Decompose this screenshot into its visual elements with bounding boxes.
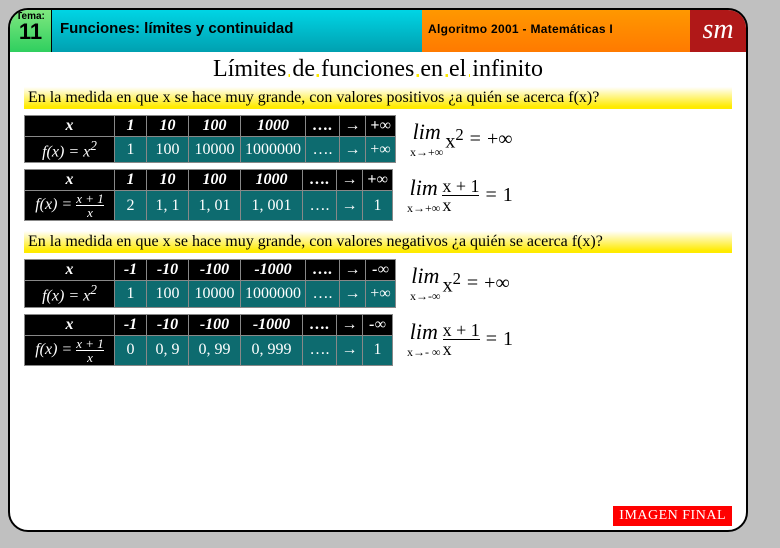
row-2: x 1 10 100 1000 …. → +∞ f(x) = x + 1x 2 … — [24, 169, 732, 221]
row-label-x: x — [25, 116, 115, 137]
table-x2-positive: x 1 10 100 1000 …. → +∞ f(x) = x2 1 100 … — [24, 115, 396, 163]
question-positive: En la medida en que x se hace muy grande… — [24, 87, 732, 109]
question-negative: En la medida en que x se hace muy grande… — [24, 231, 732, 253]
header: Tema: 11 Funciones: límites y continuida… — [10, 10, 746, 52]
slide: sm Tema: 11 Funciones: límites y continu… — [8, 8, 748, 532]
row-label-fx: f(x) = x2 — [25, 137, 115, 163]
row-1: x 1 10 100 1000 …. → +∞ f(x) = x2 1 100 … — [24, 115, 732, 163]
limit-x2-posinf: limx→+∞ x2 =+∞ — [410, 119, 512, 160]
row-4: x -1 -10 -100 -1000 …. → -∞ f(x) = x + 1… — [24, 314, 732, 366]
limit-x2-neginf: limx→-∞ x2 =+∞ — [410, 263, 510, 304]
row-3: x -1 -10 -100 -1000 …. → -∞ f(x) = x2 1 … — [24, 259, 732, 307]
tema-badge: Tema: 11 — [10, 10, 52, 52]
table-frac-positive: x 1 10 100 1000 …. → +∞ f(x) = x + 1x 2 … — [24, 169, 393, 221]
limit-frac-posinf: limx→+∞ x + 1x =1 — [407, 175, 513, 216]
limit-frac-neginf: limx→- ∞ x + 1x =1 — [407, 319, 513, 360]
table-frac-negative: x -1 -10 -100 -1000 …. → -∞ f(x) = x + 1… — [24, 314, 393, 366]
source-label: Algoritmo 2001 - Matemáticas I — [422, 10, 690, 52]
page-title: Límites de funciones en el infinito — [10, 56, 746, 83]
table-x2-negative: x -1 -10 -100 -1000 …. → -∞ f(x) = x2 1 … — [24, 259, 396, 307]
final-image-button[interactable]: IMAGEN FINAL — [613, 506, 732, 526]
topic-title: Funciones: límites y continuidad — [52, 10, 422, 52]
publisher-logo: sm — [690, 10, 746, 52]
tema-number: 11 — [10, 22, 51, 42]
